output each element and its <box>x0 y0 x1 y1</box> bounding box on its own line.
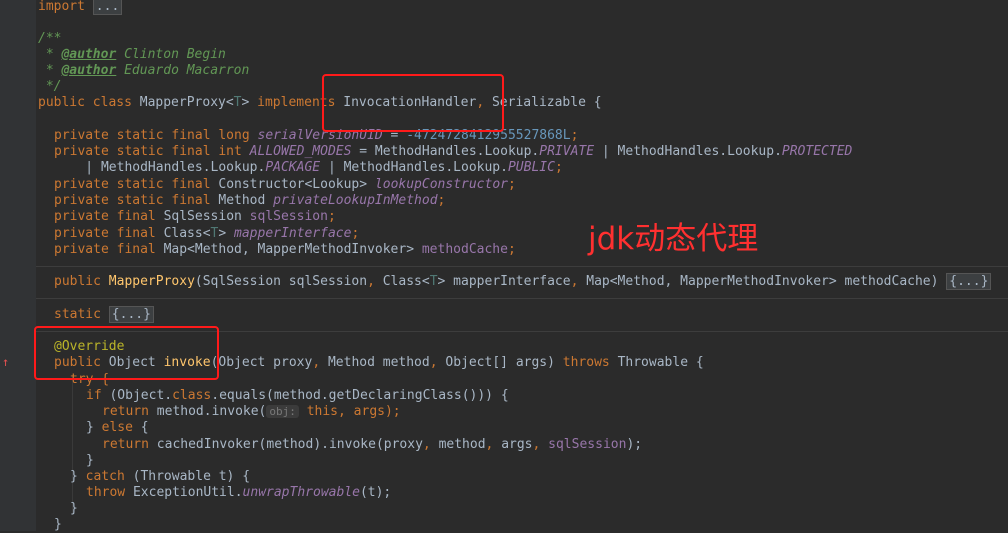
code-line: if (Object.class.equals(method.getDeclar… <box>86 388 509 403</box>
constructor-fold[interactable]: {...} <box>946 273 992 290</box>
field-line: private static final int ALLOWED_MODES =… <box>54 144 853 159</box>
field-line: | MethodHandles.Lookup.PACKAGE | MethodH… <box>54 160 563 175</box>
indent-guide <box>72 375 73 515</box>
constructor-line: public MapperProxy(SqlSession sqlSession… <box>54 273 992 290</box>
field-line: private final Class<T> mapperInterface; <box>54 226 360 241</box>
editor-gutter <box>0 0 36 531</box>
class-declaration: public class MapperProxy<T> implements I… <box>38 95 602 110</box>
code-line: */ <box>38 79 62 94</box>
code-line: * @author Clinton Begin <box>38 47 226 62</box>
field-line: private final SqlSession sqlSession; <box>54 209 336 224</box>
code-line: } else { <box>86 420 149 435</box>
import-fold[interactable]: ... <box>92 0 123 15</box>
code-line: import ... <box>38 0 123 15</box>
code-line: * @author Eduardo Macarron <box>38 63 250 78</box>
code-line: } <box>70 501 78 516</box>
field-line: private static final Constructor<Lookup>… <box>54 177 516 192</box>
code-line: return cachedInvoker(method).invoke(prox… <box>102 437 643 452</box>
overlay-caption: jdk动态代理 <box>588 221 759 257</box>
code-line: /** <box>38 31 62 46</box>
field-line: private static final Method privateLooku… <box>54 193 446 208</box>
parameter-hint: obj: <box>266 405 299 418</box>
method-separator <box>36 298 1008 299</box>
static-block-line: static {...} <box>54 306 154 323</box>
annotation-box-invoke <box>34 326 219 380</box>
code-line: } catch (Throwable t) { <box>70 469 251 484</box>
code-line: throw ExceptionUtil.unwrapThrowable(t); <box>86 485 392 500</box>
static-fold[interactable]: {...} <box>108 306 154 323</box>
annotation-box-interface <box>322 74 504 132</box>
field-line: private final Map<Method, MapperMethodIn… <box>54 242 516 257</box>
method-separator <box>36 266 1008 267</box>
code-line: return method.invoke(obj: this, args); <box>102 404 401 419</box>
code-line: } <box>86 453 94 468</box>
override-gutter-icon[interactable]: ↑ <box>2 355 9 369</box>
